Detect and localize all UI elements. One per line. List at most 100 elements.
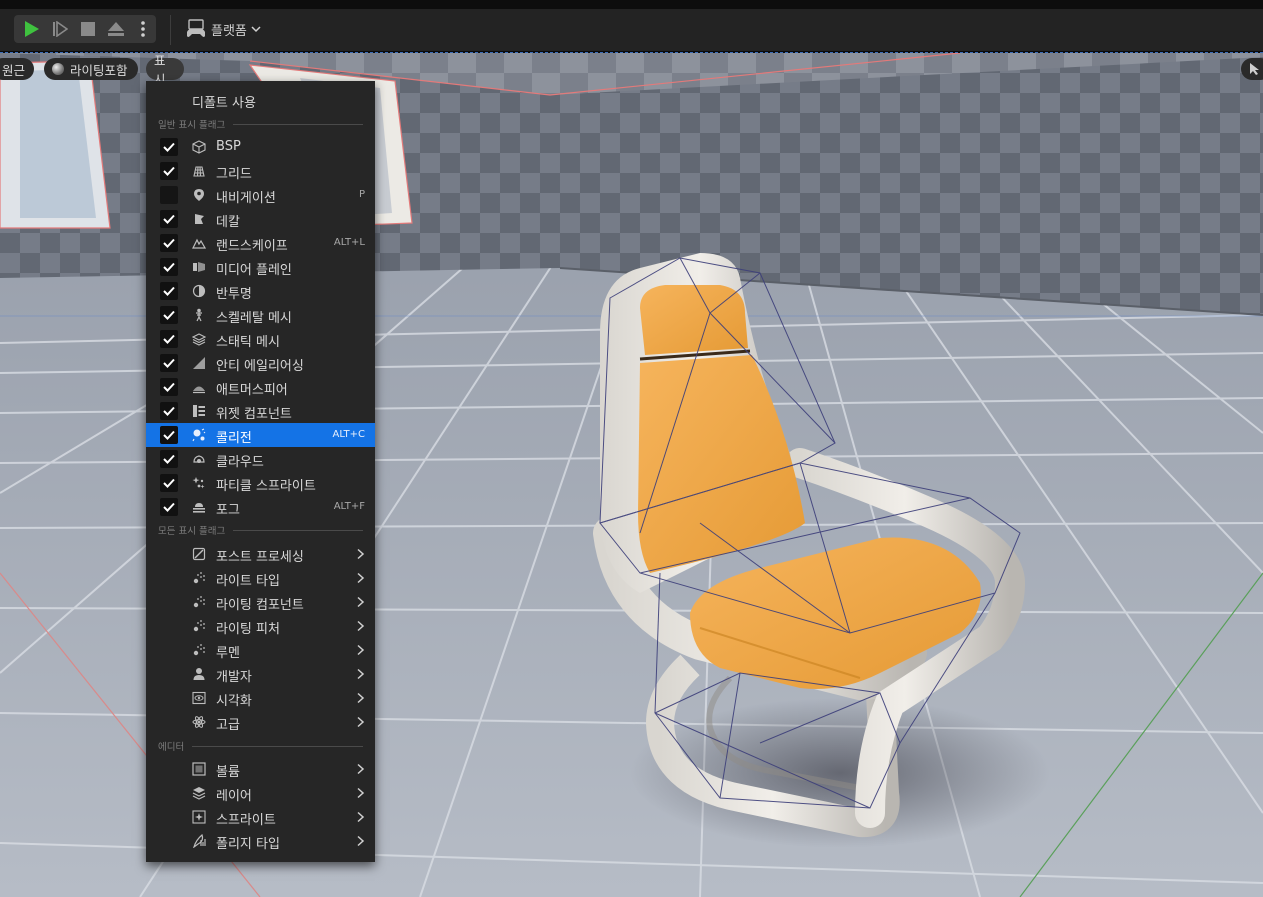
submenu-item[interactable]: 레이어: [146, 781, 375, 805]
section-editor-label: 에디터: [158, 742, 185, 753]
checkbox-checked[interactable]: [160, 306, 178, 324]
submenu-item[interactable]: 루멘: [146, 638, 375, 662]
submenu-label: 스프라이트: [216, 813, 276, 828]
chevron-right-icon: [355, 620, 365, 632]
submenu-item[interactable]: 스프라이트: [146, 805, 375, 829]
advanced-icon: [192, 715, 206, 729]
checkbox-unchecked[interactable]: [160, 186, 178, 204]
view-mode-button[interactable]: 라이팅포함: [44, 58, 138, 80]
submenu-item[interactable]: 라이팅 피처: [146, 614, 375, 638]
show-flag-item[interactable]: 포그 ALT+F: [146, 495, 375, 519]
eject-icon: [108, 22, 124, 36]
show-flag-label: 콜리전: [216, 431, 252, 446]
checkbox-checked[interactable]: [160, 450, 178, 468]
checkbox-checked[interactable]: [160, 378, 178, 396]
show-flag-label: 위젯 컴포넌트: [216, 407, 292, 422]
play-icon: [25, 21, 39, 37]
show-flags-button[interactable]: 표시: [146, 53, 184, 87]
chevron-down-icon: [251, 26, 261, 33]
checkbox-checked[interactable]: [160, 210, 178, 228]
cube-icon: [192, 140, 206, 154]
checkbox-checked[interactable]: [160, 474, 178, 492]
shortcut-label: ALT+L: [333, 237, 365, 248]
show-flag-label: 안티 에일리어싱: [216, 359, 304, 374]
chevron-right-icon: [355, 716, 365, 728]
use-defaults-item[interactable]: 디폴트 사용: [146, 88, 375, 112]
lighting-component-icon: [192, 595, 206, 609]
show-flag-label: 랜드스케이프: [216, 239, 288, 254]
show-flag-item[interactable]: 애트머스피어: [146, 375, 375, 399]
show-flag-item[interactable]: 스태틱 메시: [146, 327, 375, 351]
mountain-icon: [192, 236, 206, 250]
show-flag-label: 스태틱 메시: [216, 335, 280, 350]
checkbox-checked[interactable]: [160, 138, 178, 156]
submenu-item[interactable]: 라이트 타입: [146, 566, 375, 590]
checkmark-icon: [163, 358, 175, 368]
lumen-icon: [192, 643, 206, 657]
eject-button[interactable]: [102, 15, 130, 43]
chevron-right-icon: [355, 668, 365, 680]
decal-icon: [192, 212, 206, 226]
fog-icon: [192, 500, 206, 514]
show-flags-menu: 디폴트 사용 일반 표시 플래그 BSP 그리드 내비게이션 P 데칼 랜드스케이프 ALT…: [146, 81, 375, 862]
show-flag-item[interactable]: 콜리전 ALT+C: [146, 423, 375, 447]
checkmark-icon: [163, 214, 175, 224]
submenu-label: 라이트 타입: [216, 574, 280, 589]
checkbox-checked[interactable]: [160, 402, 178, 420]
show-flag-item[interactable]: 그리드: [146, 159, 375, 183]
show-flag-item[interactable]: 반투명: [146, 279, 375, 303]
perspective-button[interactable]: 원근: [0, 58, 34, 80]
show-flag-item[interactable]: 파티클 스프라이트: [146, 471, 375, 495]
play-button[interactable]: [18, 15, 46, 43]
checkmark-icon: [163, 262, 175, 272]
checkbox-checked[interactable]: [160, 234, 178, 252]
widget-icon: [192, 404, 206, 418]
submenu-label: 라이팅 컴포넌트: [216, 598, 304, 613]
platforms-button[interactable]: 플랫폼: [185, 15, 261, 43]
checkbox-checked[interactable]: [160, 354, 178, 372]
submenu-item[interactable]: 시각화: [146, 686, 375, 710]
checkbox-checked[interactable]: [160, 426, 178, 444]
show-flag-item[interactable]: 클라우드: [146, 447, 375, 471]
show-flag-item[interactable]: 내비게이션 P: [146, 183, 375, 207]
show-flag-item[interactable]: 랜드스케이프 ALT+L: [146, 231, 375, 255]
show-flag-item[interactable]: 미디어 플레인: [146, 255, 375, 279]
submenu-item[interactable]: 폴리지 타입: [146, 829, 375, 853]
checkbox-checked[interactable]: [160, 258, 178, 276]
play-options-button[interactable]: [130, 15, 156, 43]
submenu-item[interactable]: 고급: [146, 710, 375, 734]
checkbox-checked[interactable]: [160, 498, 178, 516]
show-flag-item[interactable]: 안티 에일리어싱: [146, 351, 375, 375]
checkbox-checked[interactable]: [160, 282, 178, 300]
play-controls: [14, 15, 156, 43]
chevron-right-icon: [355, 644, 365, 656]
show-flag-item[interactable]: 데칼: [146, 207, 375, 231]
checkmark-icon: [163, 142, 175, 152]
show-flag-item[interactable]: BSP: [146, 135, 375, 159]
use-defaults-label: 디폴트 사용: [192, 96, 256, 111]
submenu-label: 개발자: [216, 670, 252, 685]
checkbox-checked[interactable]: [160, 162, 178, 180]
media-plane-icon: [192, 260, 206, 274]
checkmark-icon: [163, 238, 175, 248]
platform-icon: [187, 19, 205, 37]
chevron-right-icon: [355, 692, 365, 704]
submenu-item[interactable]: 포스트 프로세싱: [146, 542, 375, 566]
grid-icon: [192, 164, 206, 178]
advance-frame-button[interactable]: [46, 15, 74, 43]
submenu-item[interactable]: 라이팅 컴포넌트: [146, 590, 375, 614]
checkmark-icon: [163, 406, 175, 416]
submenu-item[interactable]: 개발자: [146, 662, 375, 686]
section-all-label: 모든 표시 플래그: [158, 526, 226, 537]
title-strip: [0, 0, 1263, 9]
stop-button[interactable]: [74, 15, 102, 43]
select-mode-button[interactable]: [1241, 58, 1263, 80]
lighting-feature-icon: [192, 619, 206, 633]
show-flag-label: 파티클 스프라이트: [216, 479, 316, 494]
show-flag-item[interactable]: 스켈레탈 메시: [146, 303, 375, 327]
show-flag-item[interactable]: 위젯 컴포넌트: [146, 399, 375, 423]
submenu-label: 라이팅 피처: [216, 622, 280, 637]
submenu-item[interactable]: 볼륨: [146, 757, 375, 781]
show-flag-label: 그리드: [216, 167, 252, 182]
checkbox-checked[interactable]: [160, 330, 178, 348]
